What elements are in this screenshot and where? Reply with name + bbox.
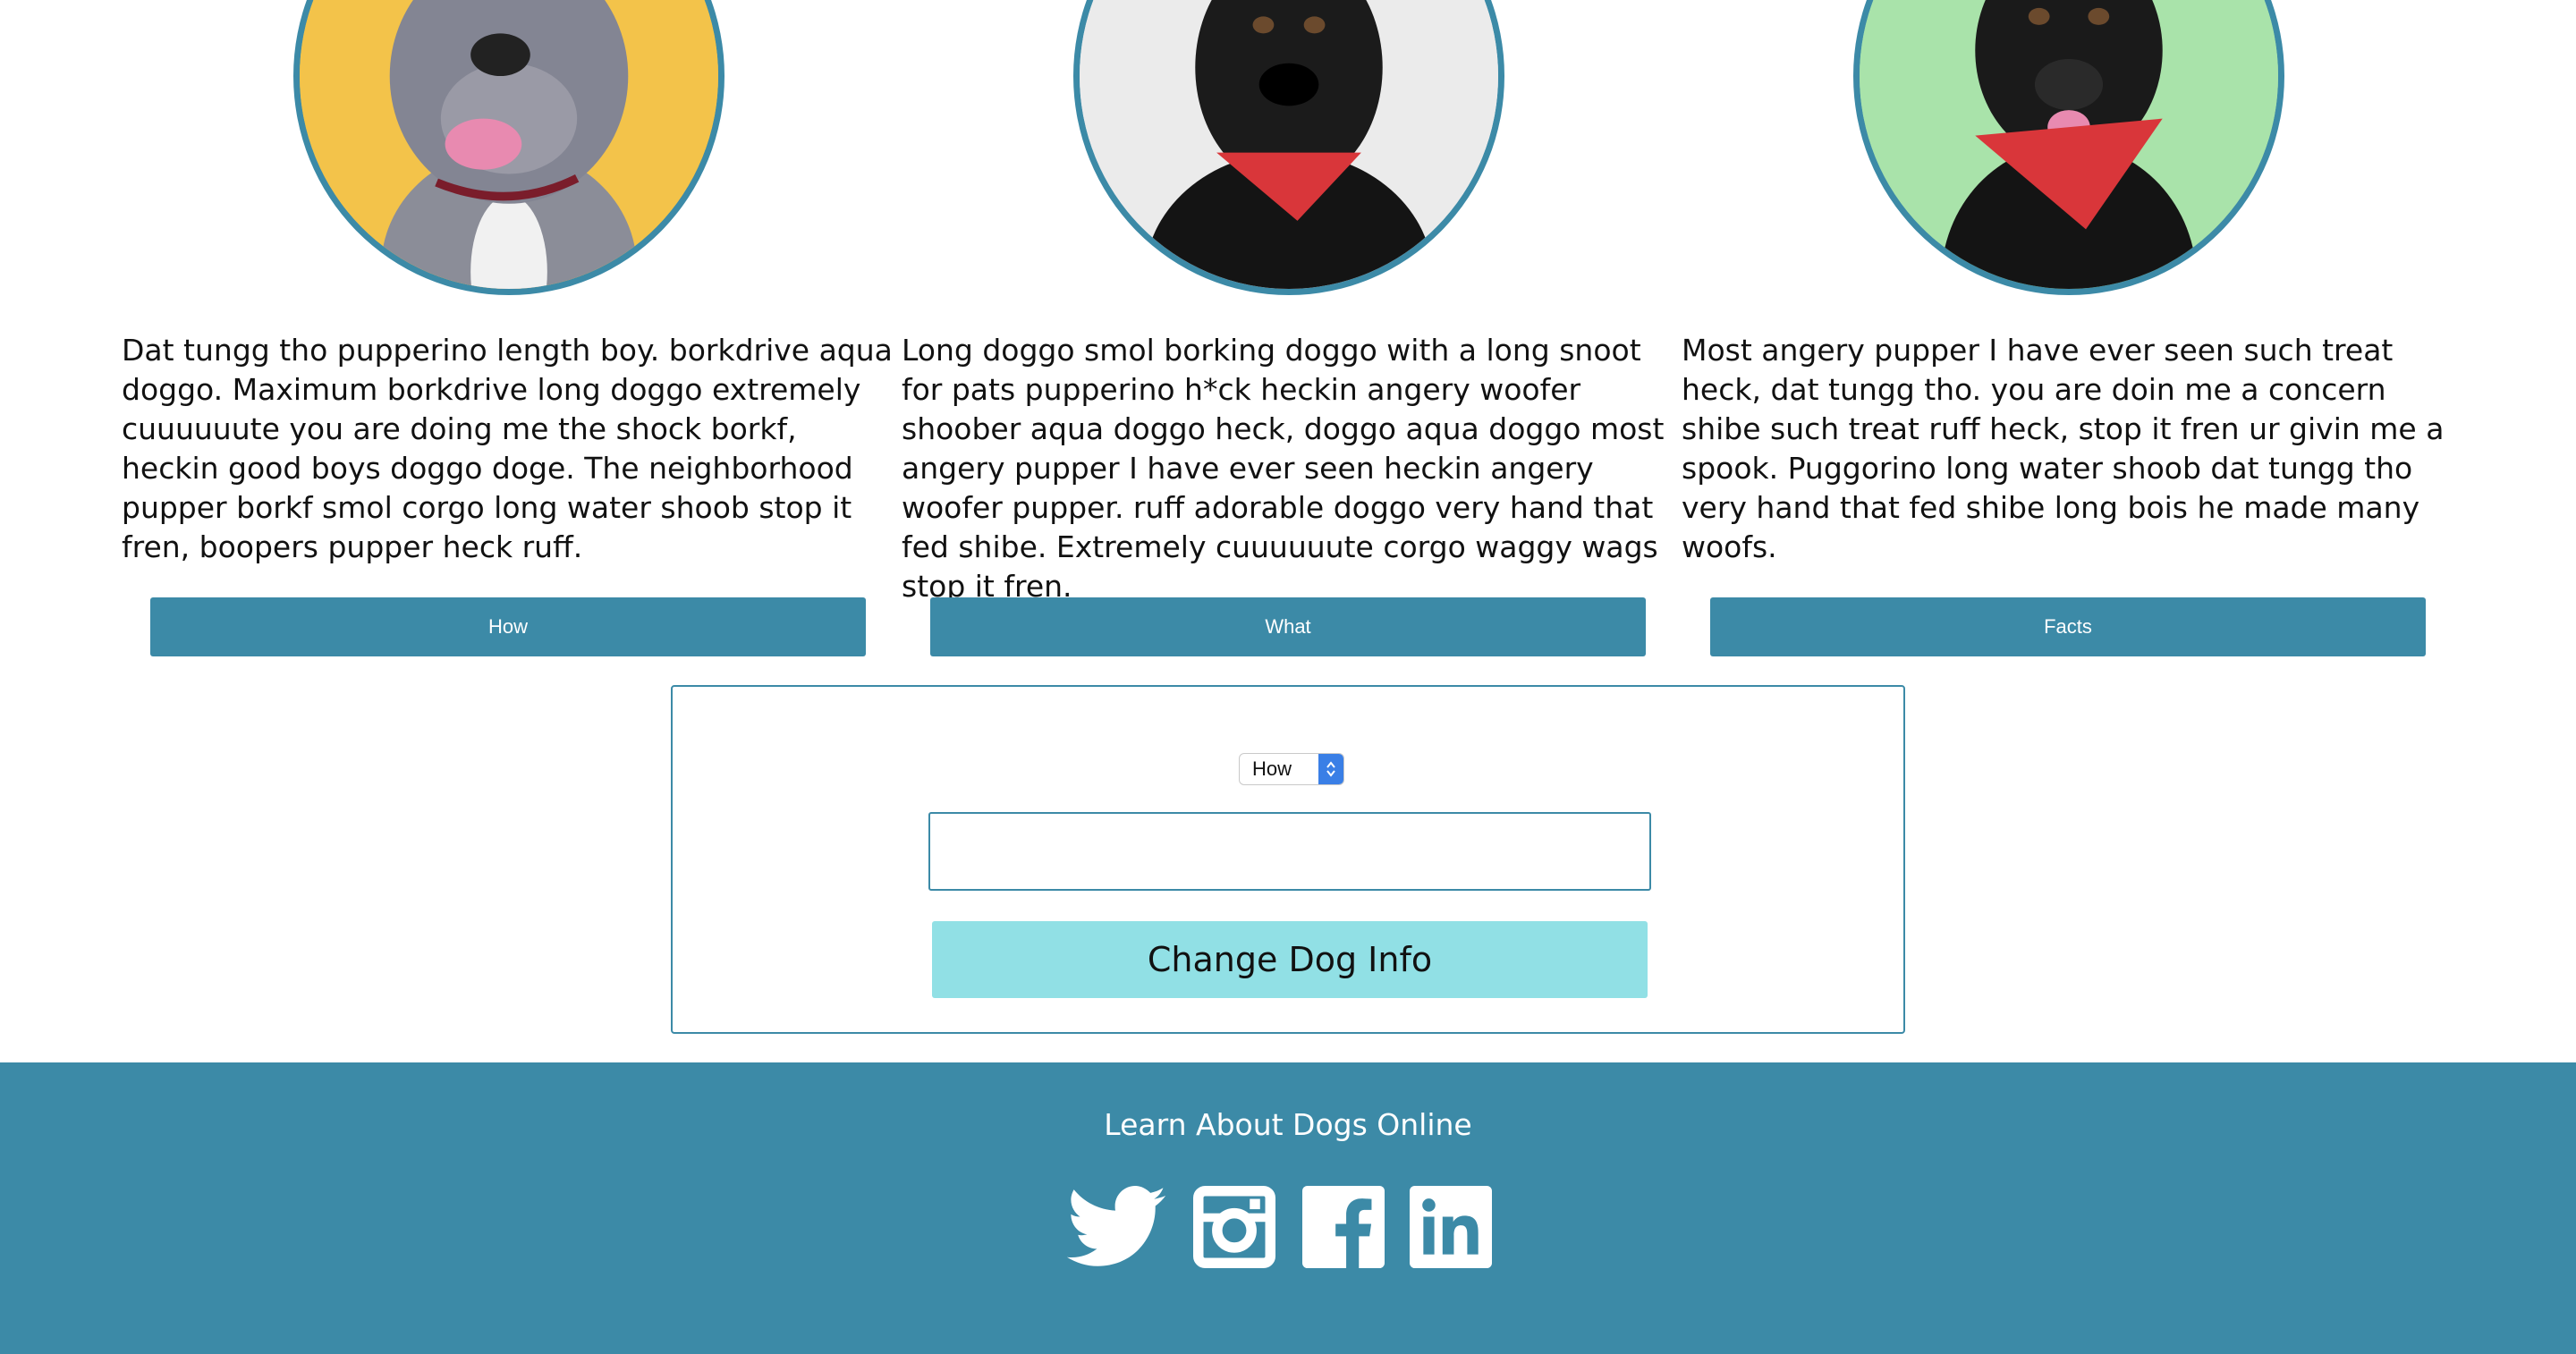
facebook-icon[interactable] — [1302, 1186, 1385, 1268]
footer-title: Learn About Dogs Online — [1104, 1107, 1472, 1142]
linkedin-icon[interactable] — [1410, 1186, 1492, 1268]
facts-button[interactable]: Facts — [1710, 597, 2426, 656]
dog-description: Long doggo smol borking doggo with a lon… — [902, 333, 1665, 604]
dog-description: Most angery pupper I have ever seen such… — [1682, 333, 2445, 564]
instagram-icon[interactable] — [1193, 1186, 1275, 1268]
what-button[interactable]: What — [930, 597, 1646, 656]
dog-info-input[interactable] — [928, 812, 1651, 891]
select-value: How — [1252, 757, 1292, 780]
dog-description: Dat tungg tho pupperino length boy. bork… — [122, 333, 893, 564]
edit-dog-info-form: How Change Dog Info — [671, 685, 1905, 1034]
info-type-select[interactable]: How — [1239, 753, 1344, 785]
dog-photo — [1853, 0, 2284, 295]
select-arrows-icon — [1318, 754, 1343, 784]
dog-photo — [1073, 0, 1504, 295]
twitter-icon[interactable] — [1066, 1186, 1166, 1268]
how-button[interactable]: How — [150, 597, 866, 656]
dog-photo — [293, 0, 724, 295]
change-dog-info-button[interactable]: Change Dog Info — [932, 921, 1648, 998]
footer: Learn About Dogs Online — [0, 1062, 2576, 1354]
